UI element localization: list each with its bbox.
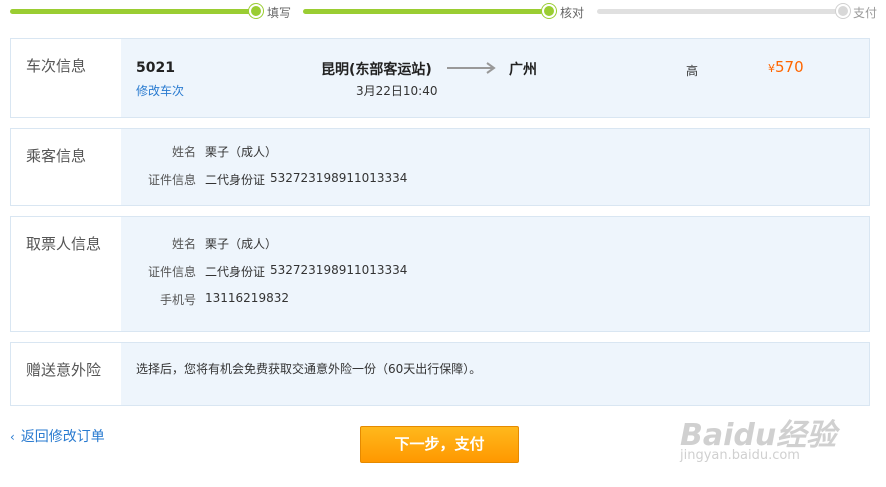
passenger-name-row: 姓名 栗子（成人） (121, 143, 869, 159)
back-link-label: 返回修改订单 (20, 429, 105, 445)
collector-id-type: 二代身份证 (205, 265, 266, 279)
passenger-id-label: 证件信息 (147, 173, 196, 187)
progress-dot-fill (249, 4, 263, 18)
progress-segment-3 (597, 9, 837, 14)
insurance-title: 赠送意外险 (26, 361, 102, 379)
progress-segment-2 (303, 9, 543, 14)
passenger-info-body: 姓名 栗子（成人） 证件信息 二代身份证 532723198911013334 (121, 129, 869, 205)
collector-phone-label: 手机号 (159, 293, 196, 307)
progress-dot-check (542, 4, 556, 18)
arrow-right-icon (447, 62, 496, 74)
passenger-info-panel: 乘客信息 姓名 栗子（成人） 证件信息 二代身份证 53272319891101… (10, 128, 870, 206)
watermark-url: jingyan.baidu.com (680, 448, 800, 463)
ticket-price: ¥570 (768, 58, 804, 76)
from-station: 昆明(东部客运站) (321, 62, 432, 78)
price-amount: 570 (775, 58, 804, 76)
currency-symbol: ¥ (768, 62, 775, 75)
train-info-panel: 车次信息 5021 修改车次 昆明(东部客运站) 3月22日10:40 广州 高… (10, 38, 870, 118)
train-number: 5021 (136, 60, 175, 76)
next-pay-button[interactable]: 下一步，支付 (360, 426, 519, 463)
train-info-title: 车次信息 (26, 57, 87, 75)
collector-name-value: 栗子（成人） (205, 237, 278, 251)
insurance-text: 选择后，您将有机会免费获取交通意外险一份（60天出行保障）。 (136, 362, 482, 376)
collector-info-title: 取票人信息 (26, 235, 102, 253)
baidu-jingyan-watermark: Baidu经验 jingyan.baidu.com (676, 392, 876, 472)
to-station: 广州 (509, 62, 537, 78)
collector-phone-row: 手机号 13116219832 (121, 291, 869, 307)
progress-steps: 填写 核对 支付 (0, 0, 886, 24)
step-check-label: 核对 (560, 6, 585, 20)
passenger-info-title: 乘客信息 (26, 147, 87, 165)
collector-id-row: 证件信息 二代身份证 532723198911013334 (121, 263, 869, 279)
chevron-left-icon: ‹ (10, 430, 15, 444)
passenger-name-value: 栗子（成人） (205, 145, 278, 159)
change-train-link[interactable]: 修改车次 (136, 82, 184, 99)
seat-class: 高 (686, 64, 699, 78)
collector-id-label: 证件信息 (147, 265, 196, 279)
passenger-id-row: 证件信息 二代身份证 532723198911013334 (121, 171, 869, 187)
passenger-name-label: 姓名 (171, 145, 196, 159)
collector-info-panel: 取票人信息 姓名 栗子（成人） 证件信息 二代身份证 5327231989110… (10, 216, 870, 332)
progress-segment-1 (10, 9, 257, 14)
passenger-id-type: 二代身份证 (205, 173, 266, 187)
step-pay-label: 支付 (853, 6, 878, 20)
back-to-edit-order-link[interactable]: ‹ 返回修改订单 (10, 426, 105, 446)
collector-id-number: 532723198911013334 (270, 263, 408, 277)
depart-time: 3月22日10:40 (356, 84, 438, 98)
collector-info-body: 姓名 栗子（成人） 证件信息 二代身份证 532723198911013334 … (121, 217, 869, 331)
collector-name-label: 姓名 (171, 237, 196, 251)
collector-name-row: 姓名 栗子（成人） (121, 235, 869, 251)
train-info-body: 5021 修改车次 昆明(东部客运站) 3月22日10:40 广州 高 ¥570 (121, 39, 869, 117)
step-fill-label: 填写 (267, 6, 292, 20)
passenger-id-number: 532723198911013334 (270, 171, 408, 185)
collector-phone-value: 13116219832 (205, 291, 289, 305)
progress-dot-pay (836, 4, 850, 18)
